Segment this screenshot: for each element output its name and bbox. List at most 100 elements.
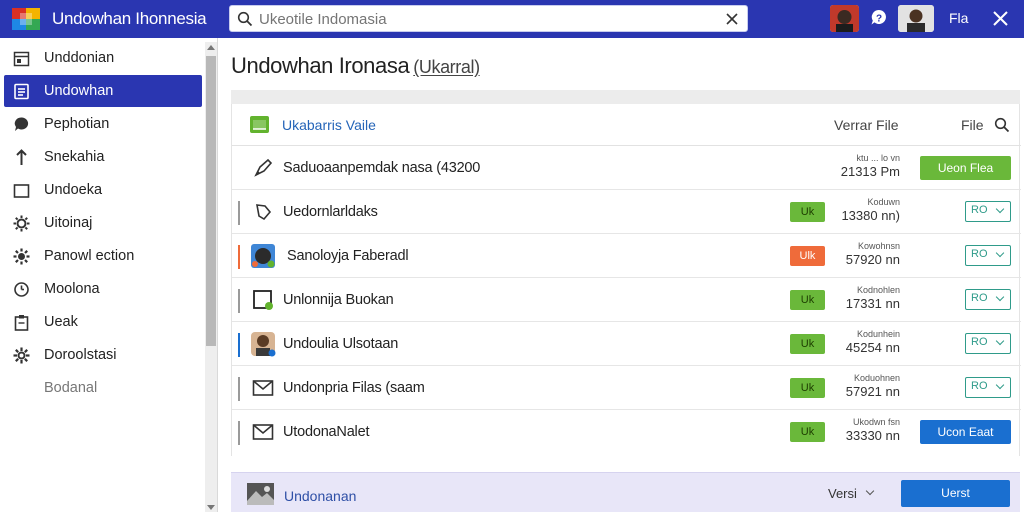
help-chat-icon[interactable]: ? xyxy=(869,8,889,28)
sidebar-item-label: Pephotian xyxy=(44,116,110,132)
app-title: Undowhan Ihonnesia xyxy=(52,9,207,28)
notifications-avatar[interactable] xyxy=(830,5,859,32)
row-meta-top: ktu ... lo vn xyxy=(856,153,900,163)
row-action-select[interactable]: RO xyxy=(965,245,1011,266)
footer-name[interactable]: Undonanan xyxy=(284,488,356,504)
row-marker xyxy=(238,333,240,357)
search-icon xyxy=(237,11,253,27)
sidebar-item-label: Bodanal xyxy=(44,380,98,396)
row-meta: Koduwn 13380 nn) xyxy=(834,197,900,223)
sidebar-item-pephotian[interactable]: Pephotian xyxy=(4,108,202,140)
table-row[interactable]: Uedornlarldaks Uk Koduwn 13380 nn) RO xyxy=(232,190,1021,234)
column-name-header[interactable]: Ukabarris Vaile xyxy=(282,117,376,133)
page-title: Undowhan Ironasa (Ukarral) xyxy=(231,53,480,79)
sidebar-scrollbar[interactable] xyxy=(205,42,217,512)
row-meta-bottom: 21313 Pm xyxy=(840,164,900,179)
sidebar: Unddonian Undowhan Pephotian Snekahia Un… xyxy=(0,38,218,512)
row-meta: Kowohnsn 57920 nn xyxy=(834,241,900,267)
search-box[interactable] xyxy=(229,5,748,32)
document-icon xyxy=(14,83,29,100)
row-meta-bottom: 57920 nn xyxy=(845,252,900,267)
row-meta-bottom: 17331 nn xyxy=(845,296,900,311)
chevron-down-icon xyxy=(995,292,1005,302)
row-action-select[interactable]: RO xyxy=(965,289,1011,310)
sidebar-item-label: Undowhan xyxy=(44,83,114,99)
sidebar-item-doroolstasi[interactable]: Doroolstasi xyxy=(4,339,202,371)
open-file-button[interactable]: Ueon Flea xyxy=(920,156,1011,180)
select-all-checkbox[interactable] xyxy=(250,116,269,133)
check-icon xyxy=(253,120,266,130)
version-select[interactable]: Versi xyxy=(828,486,857,501)
page-title-text: Undowhan Ironasa xyxy=(231,53,410,78)
toolbar-band xyxy=(231,90,1020,104)
row-meta-top: Koduohnen xyxy=(853,373,900,383)
sidebar-item-undoeka[interactable]: Undoeka xyxy=(4,174,202,206)
settings-icon xyxy=(13,248,30,265)
row-meta: ktu ... lo vn 21313 Pm xyxy=(834,153,900,179)
table-row[interactable]: Undonpria Filas (saam Uk Koduohnen 57921… xyxy=(232,366,1021,410)
row-meta: Ukodwn fsn 33330 nn xyxy=(834,417,900,443)
row-name: Undoulia Ulsotaan xyxy=(283,336,399,352)
sidebar-item-label: Doroolstasi xyxy=(44,347,117,363)
chat-bubble-icon xyxy=(14,117,29,131)
sidebar-item-moolona[interactable]: Moolona xyxy=(4,273,202,305)
sidebar-item-panowl-ection[interactable]: Panowl ection xyxy=(4,240,202,272)
row-marker xyxy=(238,377,240,401)
person-avatar-icon xyxy=(830,5,859,32)
table-row[interactable]: Saduoaanpemdak nasa (43200 ktu ... lo vn… xyxy=(232,146,1021,190)
open-item-button[interactable]: Ucon Eaat xyxy=(920,420,1011,444)
pin-icon xyxy=(16,149,27,165)
primary-action-button[interactable]: Uerst xyxy=(901,480,1010,507)
status-badge: Uk xyxy=(790,290,825,310)
sidebar-item-ueak[interactable]: Ueak xyxy=(4,306,202,338)
mail-icon xyxy=(252,380,274,396)
status-badge: Ulk xyxy=(790,246,825,266)
table-row[interactable]: Sanoloyja Faberadl Ulk Kowohnsn 57920 nn… xyxy=(232,234,1021,278)
row-meta-top: Kodunhein xyxy=(856,329,900,339)
sidebar-item-label: Ueak xyxy=(44,314,78,330)
shield-icon xyxy=(256,204,272,221)
table-row[interactable]: UtodonaNalet Uk Ukodwn fsn 33330 nn Ucon… xyxy=(232,410,1021,454)
row-meta: Koduohnen 57921 nn xyxy=(834,373,900,399)
row-action-select[interactable]: RO xyxy=(965,333,1011,354)
mail-icon xyxy=(252,424,274,440)
table-row[interactable]: Unlonnija Buokan Uk Kodnohlen 17331 nn R… xyxy=(232,278,1021,322)
row-name: Unlonnija Buokan xyxy=(283,292,394,308)
sidebar-item-unddonian[interactable]: Unddonian xyxy=(4,42,202,74)
app-logo-icon[interactable] xyxy=(10,5,42,33)
column-file-header[interactable]: File xyxy=(961,117,984,133)
page-title-sub[interactable]: (Ukarral) xyxy=(413,57,480,77)
row-meta-bottom: 13380 nn) xyxy=(841,208,900,223)
sidebar-item-label: Uitoinaj xyxy=(44,215,93,231)
user-photo-icon xyxy=(898,5,934,32)
sidebar-item-snekahia[interactable]: Snekahia xyxy=(4,141,202,173)
close-icon[interactable] xyxy=(992,10,1009,27)
gear-icon xyxy=(13,215,30,232)
sidebar-item-uitoinaj[interactable]: Uitoinaj xyxy=(4,207,202,239)
row-action-value: RO xyxy=(971,292,988,304)
file-menu[interactable]: Fla xyxy=(949,10,968,26)
row-action-select[interactable]: RO xyxy=(965,377,1011,398)
row-action-value: RO xyxy=(971,380,988,392)
user-avatar[interactable] xyxy=(898,5,934,32)
clear-search-icon[interactable] xyxy=(725,12,739,26)
scroll-down-icon[interactable] xyxy=(207,505,215,510)
row-meta-top: Koduwn xyxy=(867,197,900,207)
scrollbar-thumb[interactable] xyxy=(206,56,216,346)
sidebar-item-label: Moolona xyxy=(44,281,100,297)
sidebar-item-undowhan[interactable]: Undowhan xyxy=(4,75,202,107)
sidebar-item-bodanal[interactable]: Bodanal xyxy=(4,372,202,404)
search-input[interactable] xyxy=(259,9,719,29)
chevron-down-icon[interactable] xyxy=(865,486,875,496)
row-name: Undonpria Filas (saam xyxy=(283,380,425,396)
svg-text:?: ? xyxy=(876,14,882,25)
table-row[interactable]: Undoulia Ulsotaan Uk Kodunhein 45254 nn … xyxy=(232,322,1021,366)
column-version-header[interactable]: Verrar File xyxy=(834,117,899,133)
row-action-select[interactable]: RO xyxy=(965,201,1011,222)
top-bar: Undowhan Ihonnesia ? Fla xyxy=(0,0,1024,38)
row-meta: Kodnohlen 17331 nn xyxy=(834,285,900,311)
search-icon[interactable] xyxy=(994,117,1010,133)
scroll-up-icon[interactable] xyxy=(207,45,215,50)
status-badge: Uk xyxy=(790,422,825,442)
row-name: Saduoaanpemdak nasa (43200 xyxy=(283,160,481,176)
